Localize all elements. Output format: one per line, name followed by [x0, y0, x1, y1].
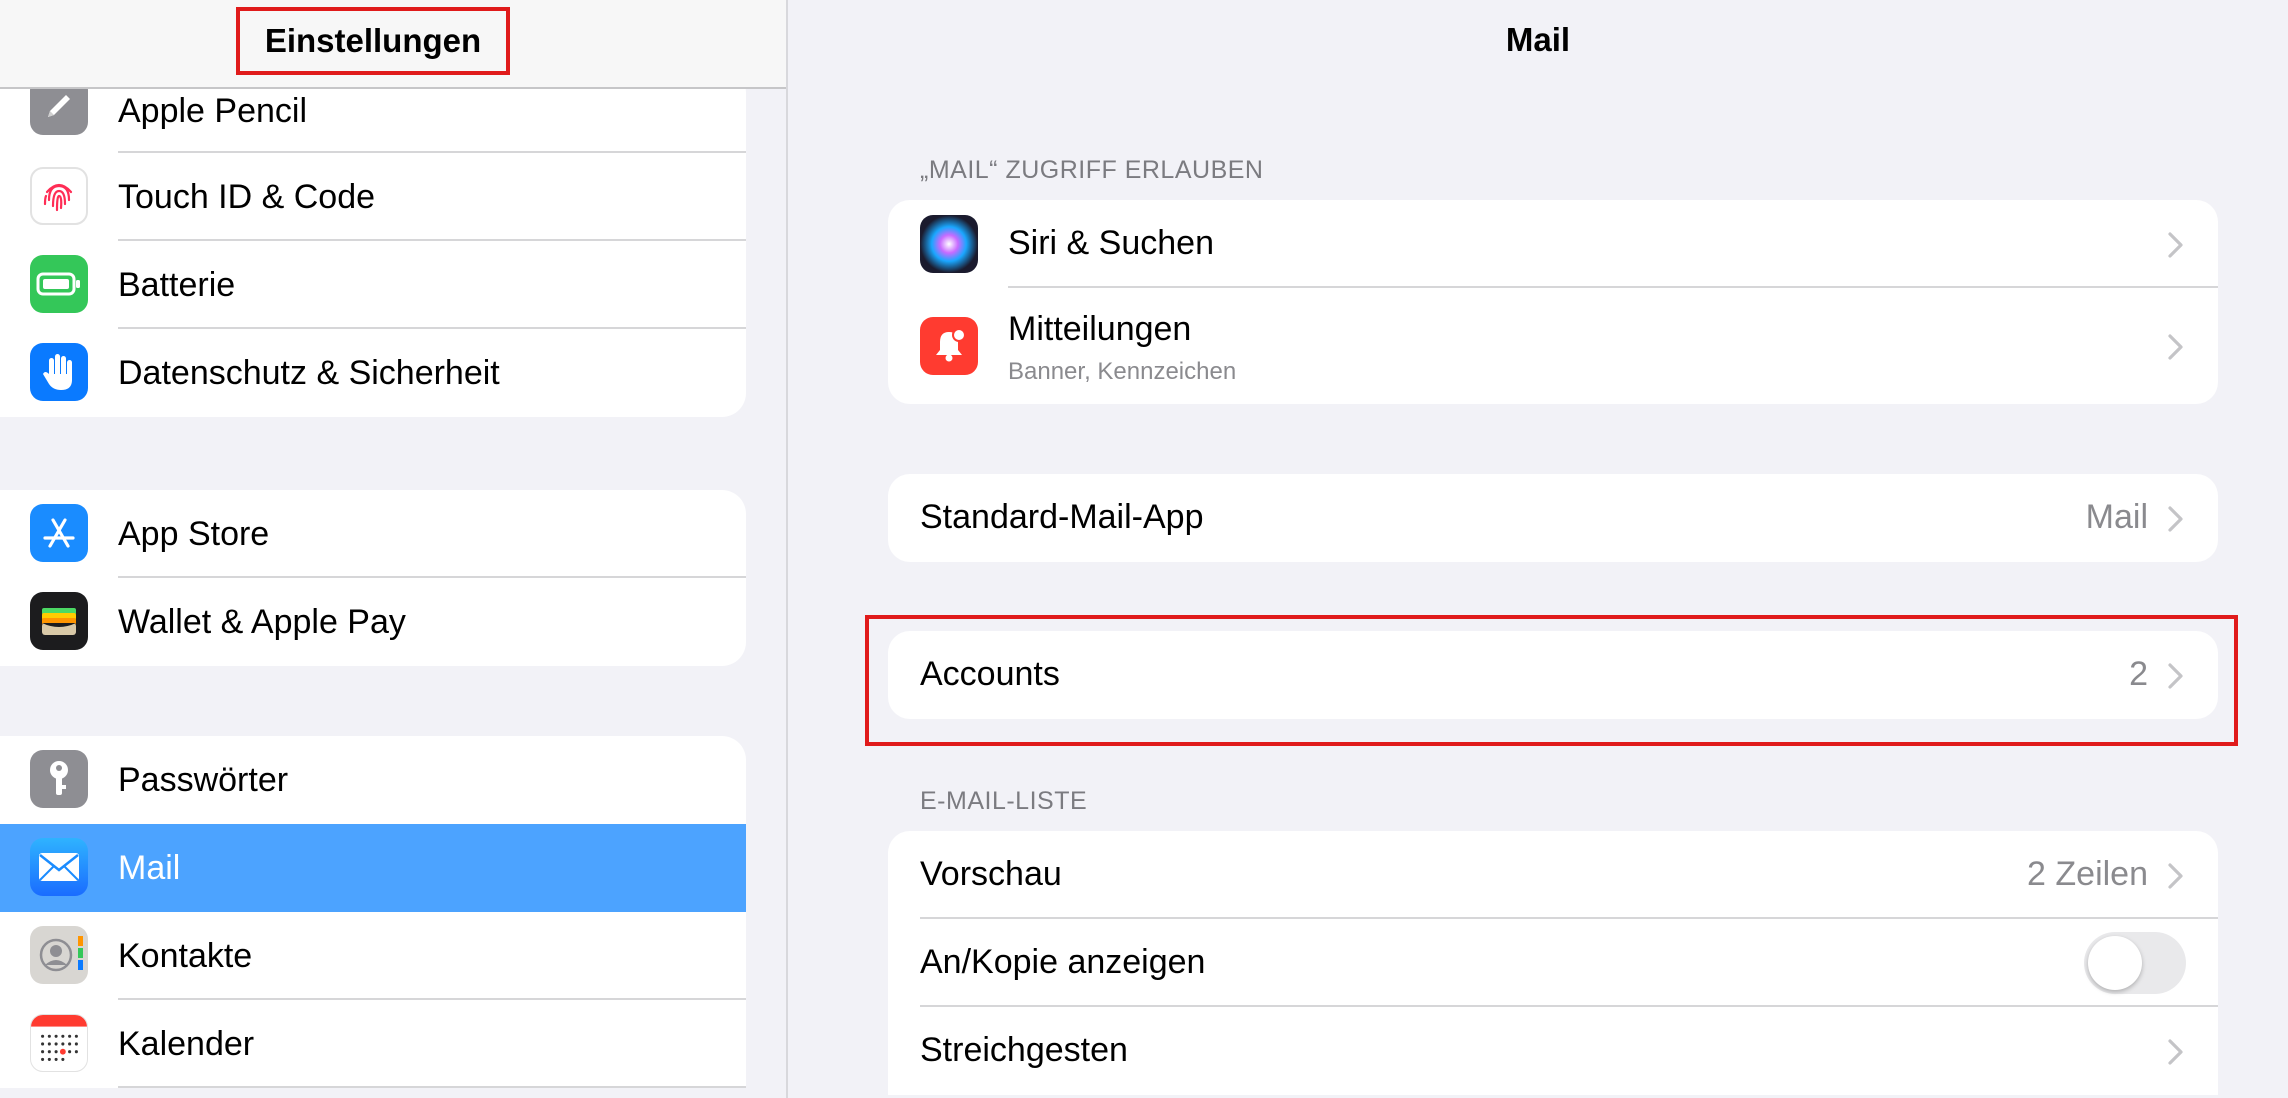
preview-value: 2 Zeilen: [2027, 855, 2148, 893]
tocc-toggle[interactable]: [2084, 932, 2186, 994]
default-mail-app-label: Standard-Mail-App: [920, 498, 1204, 536]
chevron-right-icon: [2168, 506, 2183, 532]
sidebar-item-passwoerter[interactable]: Passwörter: [0, 736, 746, 824]
default-mail-app-value: Mail: [2085, 498, 2148, 536]
siri-icon: [920, 215, 978, 273]
tocc-row: An/Kopie anzeigen: [888, 919, 2218, 1007]
sidebar-group-3: Passwörter Mail Kontakte Kalender: [0, 736, 746, 1088]
sidebar-item-kalender[interactable]: Kalender: [0, 1000, 746, 1088]
sidebar-item-label: Touch ID & Code: [118, 177, 376, 216]
sidebar-item-batterie[interactable]: Batterie: [0, 241, 746, 329]
default-mail-app-row[interactable]: Standard-Mail-App Mail: [888, 474, 2218, 562]
sidebar-item-app-store[interactable]: App Store: [0, 490, 746, 578]
sidebar-item-label: Kalender: [118, 1024, 255, 1063]
chevron-right-icon: [2168, 232, 2183, 258]
wallet-icon: [30, 592, 88, 650]
sidebar-item-touch-id[interactable]: Touch ID & Code: [0, 153, 746, 241]
notifications-subtitle: Banner, Kennzeichen: [1008, 358, 1237, 385]
sidebar-item-mail[interactable]: Mail: [0, 824, 746, 912]
chevron-right-icon: [2168, 863, 2183, 889]
tocc-label: An/Kopie anzeigen: [920, 943, 1206, 981]
sidebar-item-label: Kontakte: [118, 936, 253, 975]
battery-icon: [30, 255, 88, 313]
app-store-icon: [30, 504, 88, 562]
settings-window: Apple Pencil Touch ID & Code Batterie Da…: [0, 0, 2288, 1098]
main-pane: Mail „MAIL“ ZUGRIFF ERLAUBEN Siri & Such…: [788, 0, 2288, 1098]
toggle-knob: [2088, 936, 2142, 990]
notifications-row[interactable]: Mitteilungen Banner, Kennzeichen: [888, 288, 2218, 404]
chevron-right-icon: [2168, 1039, 2183, 1065]
preview-label: Vorschau: [920, 855, 1062, 893]
swipe-gestures-row[interactable]: Streichgesten: [888, 1007, 2218, 1095]
sidebar-item-label: Mail: [118, 848, 181, 887]
sidebar-header: Einstellungen: [0, 0, 786, 89]
sidebar-item-kontakte[interactable]: Kontakte: [0, 912, 746, 1000]
chevron-right-icon: [2168, 334, 2183, 360]
sidebar-item-datenschutz[interactable]: Datenschutz & Sicherheit: [0, 329, 746, 417]
contacts-icon: [30, 926, 88, 984]
sidebar-item-label: Apple Pencil: [118, 91, 308, 130]
siri-search-row[interactable]: Siri & Suchen: [888, 200, 2218, 288]
notifications-label: Mitteilungen: [1008, 310, 1192, 348]
section-header-access: „MAIL“ ZUGRIFF ERLAUBEN: [920, 156, 1264, 184]
preview-row[interactable]: Vorschau 2 Zeilen: [888, 831, 2218, 919]
sidebar-group-1: Apple Pencil Touch ID & Code Batterie Da…: [0, 69, 746, 417]
sidebar-item-label: Batterie: [118, 265, 236, 304]
sidebar-item-label: Passwörter: [118, 760, 289, 799]
sidebar-title: Einstellungen: [236, 7, 510, 75]
default-app-group: Standard-Mail-App Mail: [888, 474, 2218, 562]
sidebar-item-label: Wallet & Apple Pay: [118, 602, 406, 641]
sidebar: Apple Pencil Touch ID & Code Batterie Da…: [0, 0, 786, 1098]
access-group: Siri & Suchen Mitteilungen Banner, Kennz…: [888, 200, 2218, 404]
swipe-gestures-label: Streichgesten: [920, 1031, 1128, 1069]
page-title: Mail: [1505, 21, 1571, 58]
hand-icon: [30, 343, 88, 401]
sidebar-group-2: App Store Wallet & Apple Pay: [0, 490, 746, 666]
sidebar-item-label: Datenschutz & Sicherheit: [118, 353, 500, 392]
sidebar-item-wallet[interactable]: Wallet & Apple Pay: [0, 578, 746, 666]
calendar-icon: [30, 1014, 88, 1072]
key-icon: [30, 750, 88, 808]
separator: [118, 1086, 746, 1088]
section-header-mail-list: E-MAIL-LISTE: [920, 787, 1088, 815]
siri-search-label: Siri & Suchen: [1008, 224, 1214, 262]
mail-icon: [30, 838, 88, 896]
fingerprint-icon: [30, 167, 88, 225]
bell-icon: [920, 317, 978, 375]
mail-list-group: Vorschau 2 Zeilen An/Kopie anzeigen Stre…: [888, 831, 2218, 1095]
sidebar-item-label: App Store: [118, 514, 270, 553]
accounts-highlight: [865, 615, 2238, 746]
